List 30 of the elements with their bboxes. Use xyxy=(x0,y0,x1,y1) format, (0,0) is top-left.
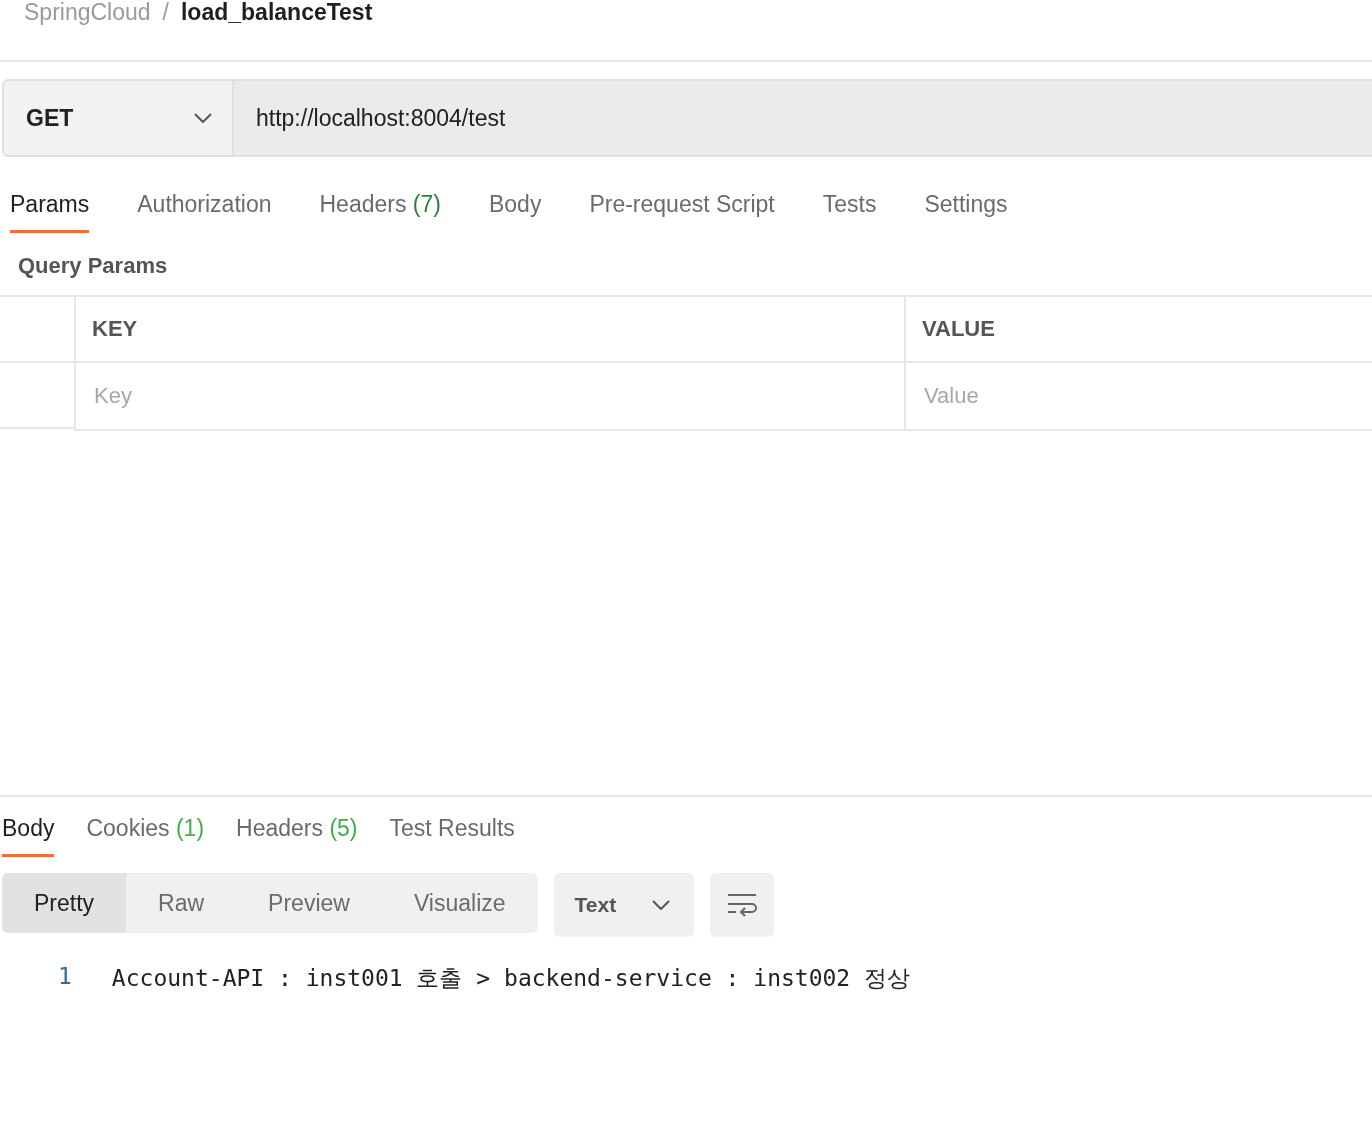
tab[interactable]: Cookies (1) xyxy=(86,815,205,857)
tab[interactable]: Headers (7) xyxy=(319,191,441,233)
tab[interactable]: Test Results xyxy=(389,815,515,857)
url-field[interactable]: http://localhost:8004/test xyxy=(234,79,1372,157)
key-field[interactable]: Key xyxy=(74,363,904,431)
tab[interactable]: Params xyxy=(10,191,90,233)
view-mode-tab[interactable]: Pretty xyxy=(2,873,127,933)
view-mode-tab[interactable]: Visualize xyxy=(381,873,538,933)
tab[interactable]: Authorization xyxy=(137,191,272,233)
tab[interactable]: Body xyxy=(2,815,55,857)
tab[interactable]: Settings xyxy=(924,191,1008,233)
tab[interactable]: Pre-request Script xyxy=(589,191,775,233)
section-title: Query Params xyxy=(17,252,169,280)
method-dropdown[interactable]: GET xyxy=(2,79,234,157)
view-mode-tab[interactable]: Preview xyxy=(236,873,382,933)
chevron-down-icon xyxy=(194,113,212,123)
tab[interactable]: Body xyxy=(488,191,542,233)
request-name[interactable]: load_balanceTest xyxy=(181,0,373,24)
tab[interactable]: Headers (5) xyxy=(236,815,358,857)
response-text: Account-API : inst001 호출 > backend-service : inst002 정상 xyxy=(111,964,911,993)
chevron-down-icon xyxy=(651,900,670,910)
line-number: 1 xyxy=(58,963,72,991)
breadcrumb-separator: / xyxy=(162,0,169,24)
format-dropdown[interactable]: Text xyxy=(553,873,694,937)
wrap-lines-icon xyxy=(725,892,758,918)
tab[interactable]: Tests xyxy=(822,191,877,233)
wrap-lines-button[interactable] xyxy=(709,873,774,937)
view-mode-tab[interactable]: Raw xyxy=(126,873,237,933)
value-field[interactable]: Value xyxy=(904,363,1372,431)
collection-name[interactable]: SpringCloud xyxy=(24,0,151,24)
